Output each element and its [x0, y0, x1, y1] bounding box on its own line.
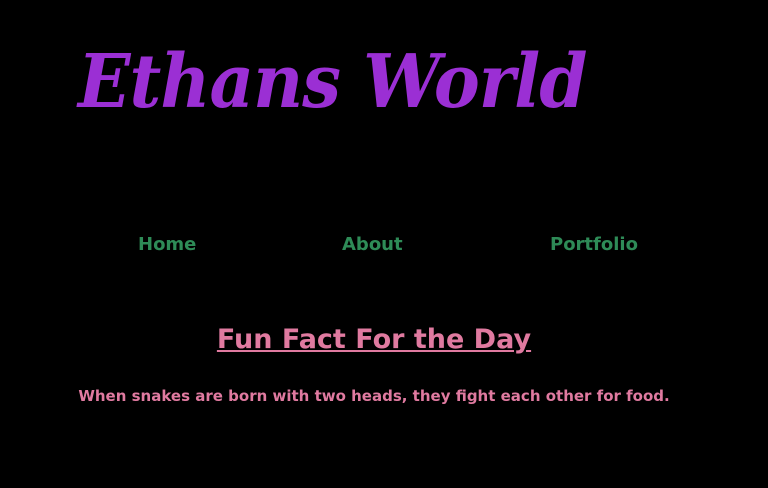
- main-nav: Home About Portfolio: [0, 232, 768, 258]
- fun-fact-text: When snakes are born with two heads, the…: [78, 387, 670, 405]
- nav-link-about[interactable]: About: [342, 232, 403, 258]
- fun-fact-heading: Fun Fact For the Day: [216, 324, 532, 355]
- nav-link-portfolio[interactable]: Portfolio: [550, 232, 638, 258]
- site-title: Ethans World: [78, 39, 587, 125]
- nav-link-home[interactable]: Home: [138, 232, 196, 258]
